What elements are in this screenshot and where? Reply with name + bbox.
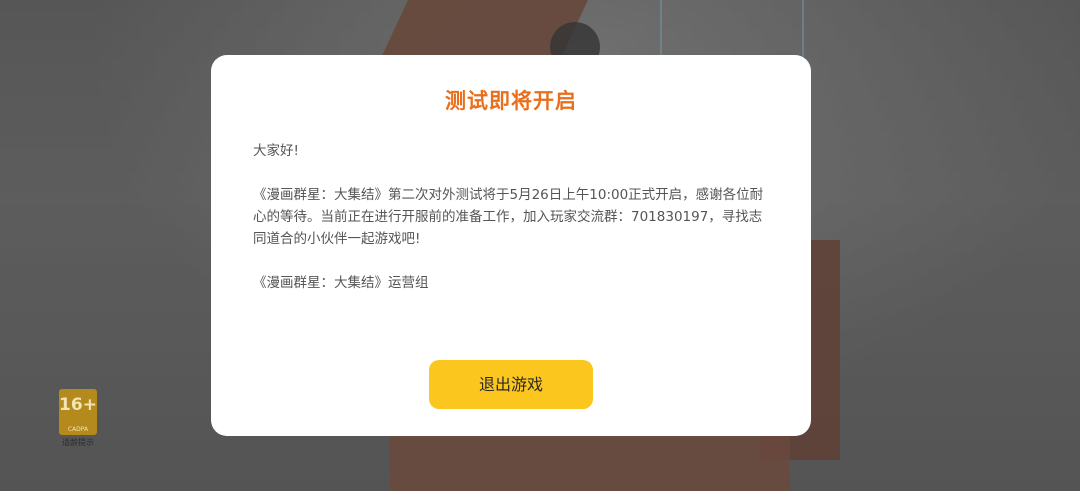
dialog-title: 测试即将开启 [445,89,577,113]
dialog-body: 大家好! 《漫画群星：大集结》第二次对外测试将于5月26日上午10:00正式开启… [253,140,773,294]
exit-game-button[interactable]: 退出游戏 [429,360,593,409]
age-rating-org: CADPA [67,426,89,433]
age-rating-caption: 适龄提示 [62,438,94,447]
age-rating-icon: 16+ CADPA [59,389,97,435]
dialog-signature: 《漫画群星：大集结》运营组 [253,275,429,291]
dialog-greeting: 大家好! [253,143,299,159]
age-rating-number: 16+ [59,395,97,415]
dialog-message: 《漫画群星：大集结》第二次对外测试将于5月26日上午10:00正式开启，感谢各位… [253,187,764,247]
test-notice-dialog: 测试即将开启 大家好! 《漫画群星：大集结》第二次对外测试将于5月26日上午10… [211,55,811,436]
age-rating-badge[interactable]: 16+ CADPA 适龄提示 [57,389,99,449]
